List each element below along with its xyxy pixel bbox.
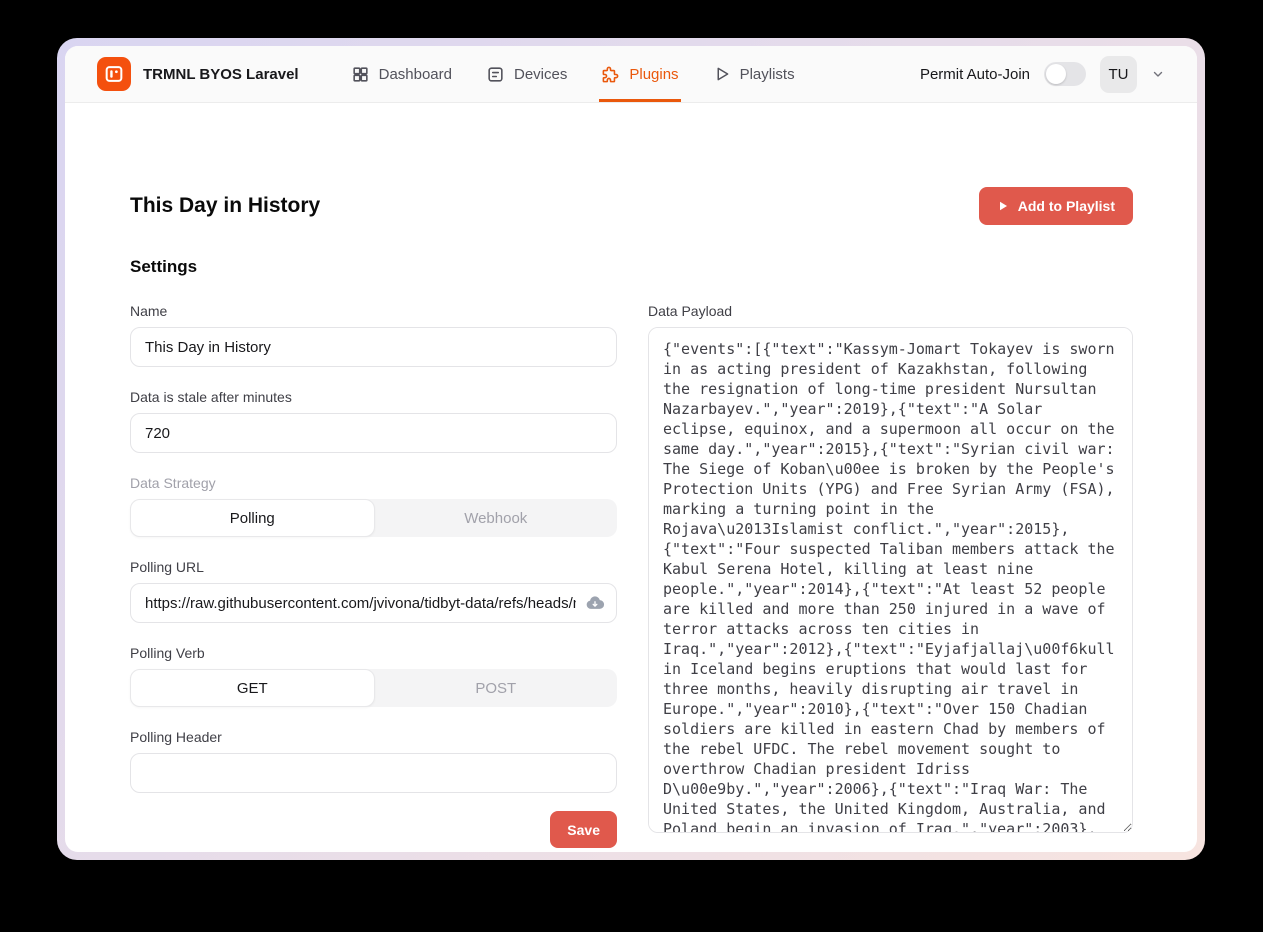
- settings-heading: Settings: [130, 257, 1133, 277]
- payload-column: Data Payload {"events":[{"text":"Kassym-…: [648, 303, 1133, 848]
- nav-label-playlists: Playlists: [740, 66, 795, 83]
- data-payload-label: Data Payload: [648, 303, 1133, 319]
- stale-minutes-input[interactable]: [130, 413, 617, 453]
- user-avatar[interactable]: TU: [1100, 56, 1137, 93]
- data-payload-textarea[interactable]: {"events":[{"text":"Kassym-Jomart Tokaye…: [648, 327, 1133, 833]
- add-to-playlist-label: Add to Playlist: [1018, 198, 1115, 214]
- polling-verb-segmented-control: GET POST: [130, 669, 617, 707]
- name-label: Name: [130, 303, 617, 319]
- playlists-play-icon: [713, 65, 731, 83]
- polling-url-label: Polling URL: [130, 559, 617, 575]
- stale-label: Data is stale after minutes: [130, 389, 617, 405]
- nav-item-devices[interactable]: Devices: [484, 46, 569, 102]
- main-content: This Day in History Add to Playlist Sett…: [65, 103, 1197, 852]
- save-row: Save: [130, 811, 617, 848]
- app-window-frame: TRMNL BYOS Laravel Dashboard: [57, 38, 1205, 860]
- data-strategy-segmented-control: Polling Webhook: [130, 499, 617, 537]
- cloud-download-icon[interactable]: [585, 593, 605, 613]
- verb-option-post[interactable]: POST: [375, 669, 618, 707]
- polling-verb-group: Polling Verb GET POST: [130, 645, 617, 707]
- nav-label-devices: Devices: [514, 66, 567, 83]
- nav-item-plugins[interactable]: Plugins: [599, 46, 680, 102]
- add-to-playlist-button[interactable]: Add to Playlist: [979, 187, 1133, 225]
- data-strategy-label: Data Strategy: [130, 475, 617, 491]
- topbar-right: Permit Auto-Join TU: [920, 46, 1165, 102]
- polling-url-input[interactable]: [130, 583, 617, 623]
- toggle-knob: [1046, 64, 1066, 84]
- polling-header-input[interactable]: [130, 753, 617, 793]
- verb-option-get[interactable]: GET: [130, 669, 375, 707]
- settings-columns: Name Data is stale after minutes Data St…: [130, 303, 1133, 848]
- polling-url-group: Polling URL: [130, 559, 617, 623]
- polling-verb-label: Polling Verb: [130, 645, 617, 661]
- data-strategy-group: Data Strategy Polling Webhook: [130, 475, 617, 537]
- permit-auto-join-label: Permit Auto-Join: [920, 66, 1030, 83]
- title-row: This Day in History Add to Playlist: [130, 187, 1133, 225]
- main-nav: Dashboard Devices: [349, 46, 827, 102]
- page-title: This Day in History: [130, 194, 320, 218]
- top-navigation-bar: TRMNL BYOS Laravel Dashboard: [65, 46, 1197, 103]
- polling-header-group: Polling Header: [130, 729, 617, 793]
- permit-auto-join-toggle[interactable]: [1044, 62, 1086, 86]
- strategy-option-webhook[interactable]: Webhook: [375, 499, 618, 537]
- nav-item-playlists[interactable]: Playlists: [711, 46, 797, 102]
- nav-label-plugins: Plugins: [629, 66, 678, 83]
- trmnl-logo-icon: [97, 57, 131, 91]
- play-icon: [997, 200, 1009, 212]
- dashboard-grid-icon: [351, 65, 370, 84]
- save-button[interactable]: Save: [550, 811, 617, 848]
- brand-title: TRMNL BYOS Laravel: [143, 66, 299, 83]
- devices-icon: [486, 65, 505, 84]
- name-field-group: Name: [130, 303, 617, 367]
- name-input[interactable]: [130, 327, 617, 367]
- stale-field-group: Data is stale after minutes: [130, 389, 617, 453]
- polling-url-wrap: [130, 583, 617, 623]
- plugins-puzzle-icon: [601, 65, 620, 84]
- polling-header-label: Polling Header: [130, 729, 617, 745]
- app-window: TRMNL BYOS Laravel Dashboard: [65, 46, 1197, 852]
- settings-form-column: Name Data is stale after minutes Data St…: [130, 303, 617, 848]
- chevron-down-icon[interactable]: [1151, 67, 1165, 81]
- nav-item-dashboard[interactable]: Dashboard: [349, 46, 454, 102]
- brand: TRMNL BYOS Laravel: [97, 46, 299, 102]
- strategy-option-polling[interactable]: Polling: [130, 499, 375, 537]
- nav-label-dashboard: Dashboard: [379, 66, 452, 83]
